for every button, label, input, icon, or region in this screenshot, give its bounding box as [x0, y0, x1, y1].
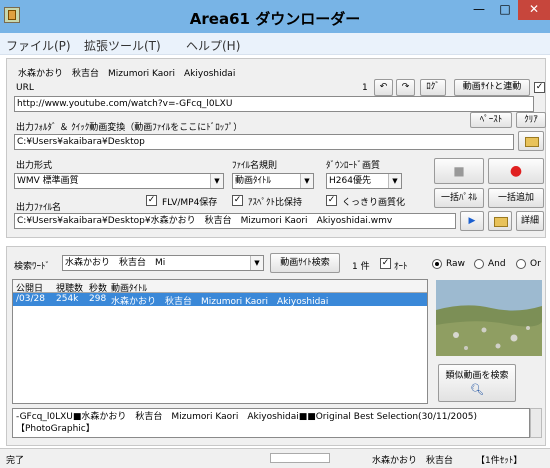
and-radio[interactable] [474, 259, 484, 269]
menu-tools[interactable]: 拡張ツール(T) [84, 37, 161, 54]
chevron-down-icon: ▼ [300, 174, 313, 188]
open-folder-button[interactable] [488, 211, 512, 231]
similar-search-button[interactable]: 類似動画を検索 🔍︎ [438, 364, 516, 402]
history-counter: 1 [362, 83, 368, 93]
quality-select[interactable]: H264優先 ▼ [326, 173, 402, 189]
results-table[interactable]: 公開日 視聴数 秒数 動画ﾀｲﾄﾙ /03/28 254k 298 水森かおり … [12, 279, 428, 404]
output-file-label: 出力ﾌｧｲﾙ名 [16, 203, 62, 213]
raw-label: Raw [446, 259, 465, 269]
browse-folder-button[interactable] [518, 131, 544, 151]
cell-seconds: 298 [89, 294, 107, 304]
similar-search-label: 類似動画を検索 [445, 371, 509, 381]
menu-file[interactable]: ファイル(P) [6, 37, 71, 54]
or-radio[interactable] [516, 259, 526, 269]
auto-label: ｵｰﾄ [394, 262, 408, 272]
menu-help[interactable]: ヘルプ(H) [186, 37, 240, 54]
forward-button[interactable]: ↷ [396, 79, 415, 96]
chevron-down-icon: ▼ [250, 256, 263, 270]
thumbnail-landscape [436, 280, 542, 356]
sharp-label: くっきり画質化 [342, 198, 406, 208]
url-field[interactable]: http://www.youtube.com/watch?v=-GFcq_l0L… [14, 96, 534, 112]
play-icon: ▶ [468, 216, 476, 226]
back-button[interactable]: ↶ [374, 79, 393, 96]
status-state: 完了 [6, 456, 25, 466]
keyword-combo[interactable]: 水森かおり 秋吉台 Mi ▼ [62, 255, 264, 271]
output-file-field[interactable]: C:¥Users¥akaibara¥Desktop¥水森かおり 秋吉台 Mizu… [14, 213, 456, 229]
stop-icon: ■ [453, 164, 465, 178]
filename-rule-value: 動画ﾀｲﾄﾙ [235, 176, 272, 186]
or-label: Or [530, 259, 541, 269]
flv-save-checkbox[interactable]: ✓ [146, 195, 157, 206]
keyword-value: 水森かおり 秋吉台 Mi [65, 258, 166, 268]
url-label: URL [16, 83, 34, 93]
and-label: And [488, 259, 506, 269]
folder-icon [525, 137, 539, 147]
close-button[interactable]: ✕ [518, 0, 550, 20]
status-bar: 完了 水森かおり 秋吉台 【1件ｾｯﾄ】 [0, 448, 550, 468]
magnifier-icon: 🔍︎ [470, 383, 484, 396]
cell-title: 水森かおり 秋吉台 Mizumori Kaori Akiyoshidai [111, 297, 329, 307]
auto-checkbox[interactable]: ✓ [380, 258, 391, 269]
folder-icon [494, 217, 508, 227]
format-select[interactable]: WMV 標準画質 ▼ [14, 173, 224, 189]
maximize-button[interactable]: □ [492, 0, 518, 20]
output-folder-label: 出力ﾌｫﾙﾀﾞ ＆ ｸｲｯｸ動画変換（動画ﾌｧｲﾙをここにﾄﾞﾛｯﾌﾟ） [16, 123, 243, 133]
title-bar: Area61 ダウンローダー — □ ✕ [0, 0, 550, 33]
clear-button[interactable]: ｸﾘｱ [516, 112, 546, 128]
back-icon: ↶ [379, 82, 388, 92]
batch-panel-button[interactable]: 一括ﾊﾟﾈﾙ [434, 188, 484, 208]
stop-button[interactable]: ■ [434, 158, 484, 184]
log-button[interactable]: ﾛｸﾞ [420, 79, 446, 96]
chevron-down-icon: ▼ [210, 174, 223, 188]
aspect-label: ｱｽﾍﾟｸﾄ比保持 [248, 198, 303, 208]
site-link-checkbox[interactable]: ✓ [534, 82, 545, 93]
aspect-checkbox[interactable]: ✓ [232, 195, 243, 206]
site-search-button[interactable]: 動画ｻｲﾄ検索 [270, 253, 340, 273]
flv-save-label: FLV/MP4保存 [162, 198, 218, 208]
detail-button[interactable]: 詳細 [516, 211, 544, 231]
keyword-label: 検索ﾜｰﾄﾞ [14, 262, 51, 272]
output-folder-field[interactable]: C:¥Users¥akaibara¥Desktop [14, 134, 514, 150]
format-value: WMV 標準画質 [17, 176, 79, 186]
quality-value: H264優先 [329, 176, 371, 186]
description-box[interactable]: -GFcq_l0LXU■水森かおり 秋吉台 Mizumori Kaori Aki… [12, 408, 530, 438]
status-title: 水森かおり 秋吉台 [372, 456, 454, 466]
record-button[interactable]: ● [488, 158, 544, 184]
raw-radio[interactable] [432, 259, 442, 269]
paste-button[interactable]: ﾍﾟｰｽﾄ [470, 112, 512, 128]
status-count: 【1件ｾｯﾄ】 [476, 456, 523, 466]
sharp-checkbox[interactable]: ✓ [326, 195, 337, 206]
status-progress [270, 453, 330, 463]
cell-views: 254k [56, 294, 79, 304]
format-label: 出力形式 [16, 161, 53, 171]
video-thumbnail [436, 280, 542, 356]
result-count: 1 件 [352, 262, 370, 272]
cell-date: /03/28 [16, 294, 45, 304]
site-link-button[interactable]: 動画ｻｲﾄと連動 [454, 79, 530, 96]
forward-icon: ↷ [401, 82, 410, 92]
menu-bar: ファイル(P) 拡張ツール(T) ヘルプ(H) [0, 33, 550, 55]
filename-rule-select[interactable]: 動画ﾀｲﾄﾙ ▼ [232, 173, 314, 189]
filename-rule-label: ﾌｧｲﾙ名規則 [232, 161, 278, 171]
table-header: 公開日 視聴数 秒数 動画ﾀｲﾄﾙ [13, 280, 427, 294]
quality-label: ﾀﾞｳﾝﾛｰﾄﾞ画質 [326, 161, 381, 171]
batch-add-button[interactable]: 一括追加 [488, 188, 544, 208]
description-scrollbar[interactable] [530, 408, 542, 438]
video-tags: 水森かおり 秋吉台 Mizumori Kaori Akiyoshidai [18, 69, 236, 79]
minimize-button[interactable]: — [466, 0, 492, 20]
table-row[interactable]: /03/28 254k 298 水森かおり 秋吉台 Mizumori Kaori… [13, 293, 427, 307]
chevron-down-icon: ▼ [388, 174, 401, 188]
play-button[interactable]: ▶ [460, 211, 484, 231]
record-icon: ● [509, 163, 523, 179]
